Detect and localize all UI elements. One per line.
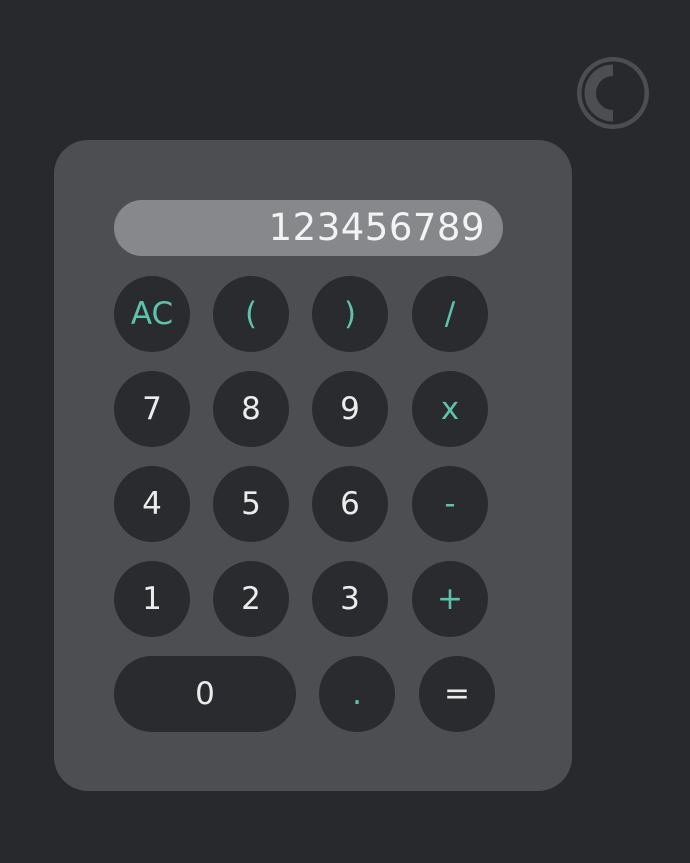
digit-9-button[interactable]: 9 xyxy=(312,371,388,447)
calculator-display: 123456789 xyxy=(114,200,503,256)
digit-8-button[interactable]: 8 xyxy=(213,371,289,447)
clear-button[interactable]: AC xyxy=(114,276,190,352)
digit-0-button[interactable]: 0 xyxy=(114,656,296,732)
equals-button[interactable]: = xyxy=(419,656,495,732)
digit-2-button[interactable]: 2 xyxy=(213,561,289,637)
theme-toggle-button[interactable] xyxy=(575,55,651,131)
contrast-icon xyxy=(577,57,649,129)
digit-4-button[interactable]: 4 xyxy=(114,466,190,542)
digit-5-button[interactable]: 5 xyxy=(213,466,289,542)
add-button[interactable]: + xyxy=(412,561,488,637)
decimal-button[interactable]: . xyxy=(319,656,395,732)
digit-1-button[interactable]: 1 xyxy=(114,561,190,637)
multiply-button[interactable]: x xyxy=(412,371,488,447)
digit-6-button[interactable]: 6 xyxy=(312,466,388,542)
digit-7-button[interactable]: 7 xyxy=(114,371,190,447)
calculator: 123456789 AC ( ) / 7 8 9 x 4 5 6 - 1 2 3… xyxy=(54,140,572,791)
digit-3-button[interactable]: 3 xyxy=(312,561,388,637)
open-paren-button[interactable]: ( xyxy=(213,276,289,352)
close-paren-button[interactable]: ) xyxy=(312,276,388,352)
divide-button[interactable]: / xyxy=(412,276,488,352)
subtract-button[interactable]: - xyxy=(412,466,488,542)
